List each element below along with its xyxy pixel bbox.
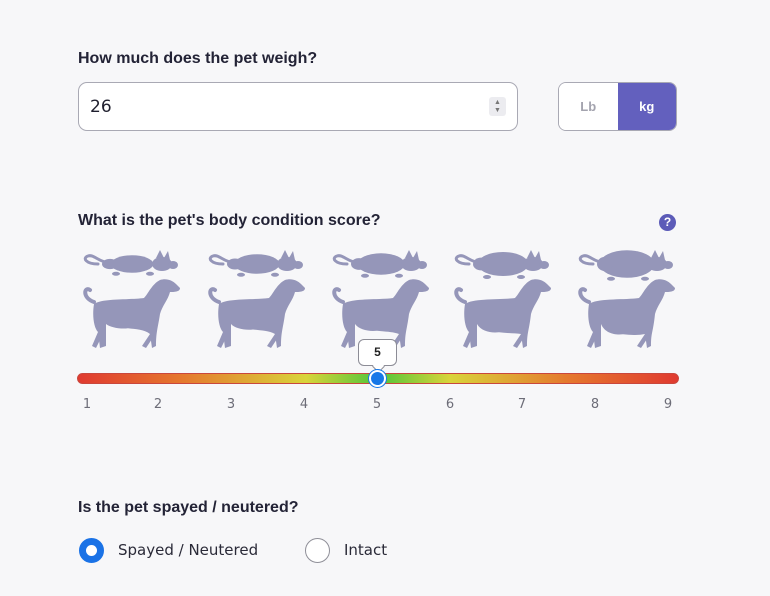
weight-question: How much does the pet weigh? [78, 50, 318, 67]
chevron-down-icon[interactable]: ▼ [494, 107, 501, 115]
radio-intact[interactable]: Intact [305, 537, 387, 563]
weight-input[interactable] [90, 83, 480, 130]
unit-lb-button[interactable]: Lb [559, 83, 618, 130]
dog-silhouette-icon [451, 276, 555, 354]
tick-label: 7 [517, 397, 527, 412]
tick-label: 6 [445, 397, 455, 412]
chevron-up-icon[interactable]: ▲ [494, 99, 501, 107]
spay-neuter-question: Is the pet spayed / neutered? [78, 499, 299, 516]
unit-toggle: Lb kg [558, 82, 677, 131]
weight-field[interactable]: ▲ ▼ [78, 82, 518, 131]
tick-label: 1 [82, 397, 92, 412]
radio-button-checked[interactable] [79, 537, 104, 563]
radio-label: Spayed / Neutered [118, 541, 259, 559]
dog-silhouette-icon [575, 276, 679, 354]
question-circle-icon[interactable]: ? [659, 214, 676, 231]
slider-thumb[interactable] [369, 370, 386, 387]
body-condition-question: What is the pet's body condition score? [78, 212, 381, 229]
tick-label: 3 [226, 397, 236, 412]
dog-silhouette-icon [205, 276, 309, 354]
tick-label: 8 [590, 397, 600, 412]
tick-label: 4 [299, 397, 309, 412]
radio-label: Intact [344, 541, 388, 559]
radio-button[interactable] [305, 537, 330, 563]
number-stepper[interactable]: ▲ ▼ [489, 97, 506, 116]
radio-spayed-neutered[interactable]: Spayed / Neutered [79, 537, 258, 563]
tick-label: 9 [663, 397, 673, 412]
tick-label: 5 [372, 397, 382, 412]
slider-value-tooltip: 5 [358, 339, 397, 366]
dog-silhouette-icon [80, 276, 184, 354]
unit-kg-button[interactable]: kg [617, 83, 676, 130]
tick-label: 2 [153, 397, 163, 412]
